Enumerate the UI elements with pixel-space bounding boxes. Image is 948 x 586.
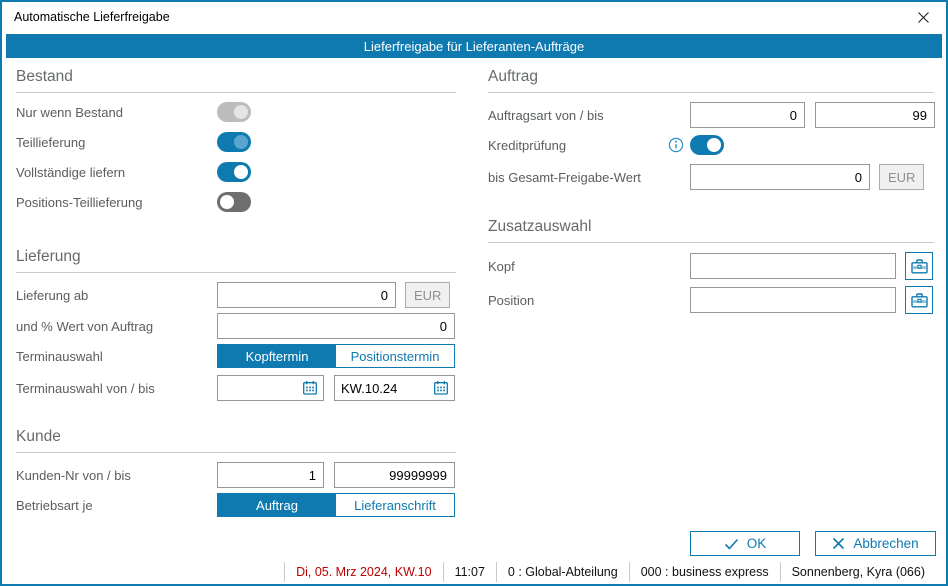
label-zusatz-position: Position [488, 293, 690, 308]
row-vollstaendige-liefern: Vollständige liefern [16, 162, 456, 182]
statusbar-user: Sonnenberg, Kyra (066) [780, 562, 936, 582]
label-positions-teillieferung: Positions-Teillieferung [16, 195, 217, 210]
label-kreditpruefung-cell: Kreditprüfung [488, 137, 690, 153]
ok-button-label: OK [747, 536, 767, 551]
label-teillieferung: Teillieferung [16, 135, 217, 150]
label-betriebsart: Betriebsart je [16, 498, 217, 513]
auftragsart-bis-input[interactable] [815, 102, 935, 128]
check-icon [724, 538, 739, 550]
statusbar-company: 000 : business express [629, 562, 780, 582]
betriebsart-option-lieferanschrift[interactable]: Lieferanschrift [336, 494, 454, 516]
zusatz-kopf-selection-button[interactable] [905, 252, 933, 280]
prozent-wert-input[interactable] [217, 313, 455, 339]
row-freigabe-wert: bis Gesamt-Freigabe-Wert EUR [488, 164, 934, 190]
calendar-icon [433, 380, 449, 396]
row-zusatz-position: Position [488, 286, 934, 314]
section-title-bestand: Bestand [16, 68, 456, 93]
toggle-kreditpruefung[interactable] [690, 135, 724, 155]
terminauswahl-option-positionstermin[interactable]: Positionstermin [336, 345, 454, 367]
label-lieferung-ab: Lieferung ab [16, 288, 217, 303]
termin-von-calendar-button[interactable] [302, 380, 318, 396]
row-prozent-wert: und % Wert von Auftrag [16, 313, 456, 339]
row-terminauswahl-von-bis: Terminauswahl von / bis [16, 375, 456, 401]
termin-bis-calendar-button[interactable] [433, 380, 449, 396]
statusbar-time: 11:07 [443, 562, 496, 582]
row-teillieferung: Teillieferung [16, 132, 456, 152]
section-zusatzauswahl: Zusatzauswahl Kopf Position [488, 218, 934, 314]
toggle-positions-teillieferung[interactable] [217, 192, 251, 212]
label-terminauswahl: Terminauswahl [16, 349, 217, 364]
freigabe-wert-currency: EUR [879, 164, 924, 190]
row-lieferung-ab: Lieferung ab EUR [16, 282, 456, 308]
label-prozent-wert: und % Wert von Auftrag [16, 319, 217, 334]
window-title: Automatische Lieferfreigabe [14, 10, 170, 24]
zusatz-position-input[interactable] [690, 287, 896, 313]
betriebsart-segment: Auftrag Lieferanschrift [217, 493, 455, 517]
label-freigabe-wert: bis Gesamt-Freigabe-Wert [488, 170, 690, 185]
termin-von-input[interactable] [218, 381, 302, 396]
label-terminauswahl-von-bis: Terminauswahl von / bis [16, 381, 217, 396]
section-title-auftrag: Auftrag [488, 68, 934, 93]
close-icon [917, 11, 930, 24]
section-title-kunde: Kunde [16, 428, 456, 453]
label-kunden-nr: Kunden-Nr von / bis [16, 468, 217, 483]
lieferung-ab-currency: EUR [405, 282, 450, 308]
ok-button[interactable]: OK [690, 531, 800, 556]
toggle-nur-wenn-bestand[interactable] [217, 102, 251, 122]
briefcase-icon [910, 291, 929, 310]
section-kunde: Kunde Kunden-Nr von / bis Betriebsart je… [16, 428, 456, 517]
row-kreditpruefung: Kreditprüfung [488, 135, 934, 155]
terminauswahl-segment: Kopftermin Positionstermin [217, 344, 455, 368]
toggle-teillieferung[interactable] [217, 132, 251, 152]
section-auftrag: Auftrag Auftragsart von / bis Kreditprüf… [488, 68, 934, 190]
dialog-header-banner: Lieferfreigabe für Lieferanten-Aufträge [6, 34, 942, 58]
statusbar-date: Di, 05. Mrz 2024, KW.10 [284, 562, 442, 582]
terminauswahl-option-kopftermin[interactable]: Kopftermin [218, 345, 336, 367]
statusbar-department: 0 : Global-Abteilung [496, 562, 629, 582]
briefcase-icon [910, 257, 929, 276]
section-bestand: Bestand Nur wenn Bestand Teillieferung V… [16, 68, 456, 212]
label-nur-wenn-bestand: Nur wenn Bestand [16, 105, 217, 120]
row-nur-wenn-bestand: Nur wenn Bestand [16, 102, 456, 122]
banner-title: Lieferfreigabe für Lieferanten-Aufträge [364, 39, 584, 54]
auftragsart-von-input[interactable] [690, 102, 805, 128]
toggle-vollstaendige-liefern[interactable] [217, 162, 251, 182]
section-lieferung: Lieferung Lieferung ab EUR und % Wert vo… [16, 248, 456, 401]
termin-bis-field [334, 375, 455, 401]
row-zusatz-kopf: Kopf [488, 252, 934, 280]
freigabe-wert-input[interactable] [690, 164, 870, 190]
kunden-nr-bis-input[interactable] [334, 462, 455, 488]
dialog-automatische-lieferfreigabe: Automatische Lieferfreigabe Lieferfreiga… [0, 0, 948, 586]
info-icon [668, 137, 684, 153]
close-button[interactable] [901, 2, 946, 32]
zusatz-kopf-input[interactable] [690, 253, 896, 279]
termin-bis-input[interactable] [335, 381, 433, 396]
betriebsart-option-auftrag[interactable]: Auftrag [218, 494, 336, 516]
titlebar: Automatische Lieferfreigabe [2, 2, 946, 34]
calendar-icon [302, 380, 318, 396]
statusbar: Di, 05. Mrz 2024, KW.10 11:07 0 : Global… [2, 559, 946, 584]
cancel-button-label: Abbrechen [853, 536, 918, 551]
zusatz-position-selection-button[interactable] [905, 286, 933, 314]
row-betriebsart: Betriebsart je Auftrag Lieferanschrift [16, 493, 456, 517]
row-positions-teillieferung: Positions-Teillieferung [16, 192, 456, 212]
row-auftragsart: Auftragsart von / bis [488, 102, 934, 128]
kunden-nr-von-input[interactable] [217, 462, 324, 488]
cancel-button[interactable]: Abbrechen [815, 531, 936, 556]
label-vollstaendige-liefern: Vollständige liefern [16, 165, 217, 180]
x-icon [832, 537, 845, 550]
section-title-zusatzauswahl: Zusatzauswahl [488, 218, 934, 243]
label-kreditpruefung: Kreditprüfung [488, 138, 566, 153]
lieferung-ab-input[interactable] [217, 282, 396, 308]
label-zusatz-kopf: Kopf [488, 259, 690, 274]
termin-von-field [217, 375, 324, 401]
section-title-lieferung: Lieferung [16, 248, 456, 273]
label-auftragsart: Auftragsart von / bis [488, 108, 690, 123]
row-kunden-nr: Kunden-Nr von / bis [16, 462, 456, 488]
row-terminauswahl: Terminauswahl Kopftermin Positionstermin [16, 344, 456, 368]
